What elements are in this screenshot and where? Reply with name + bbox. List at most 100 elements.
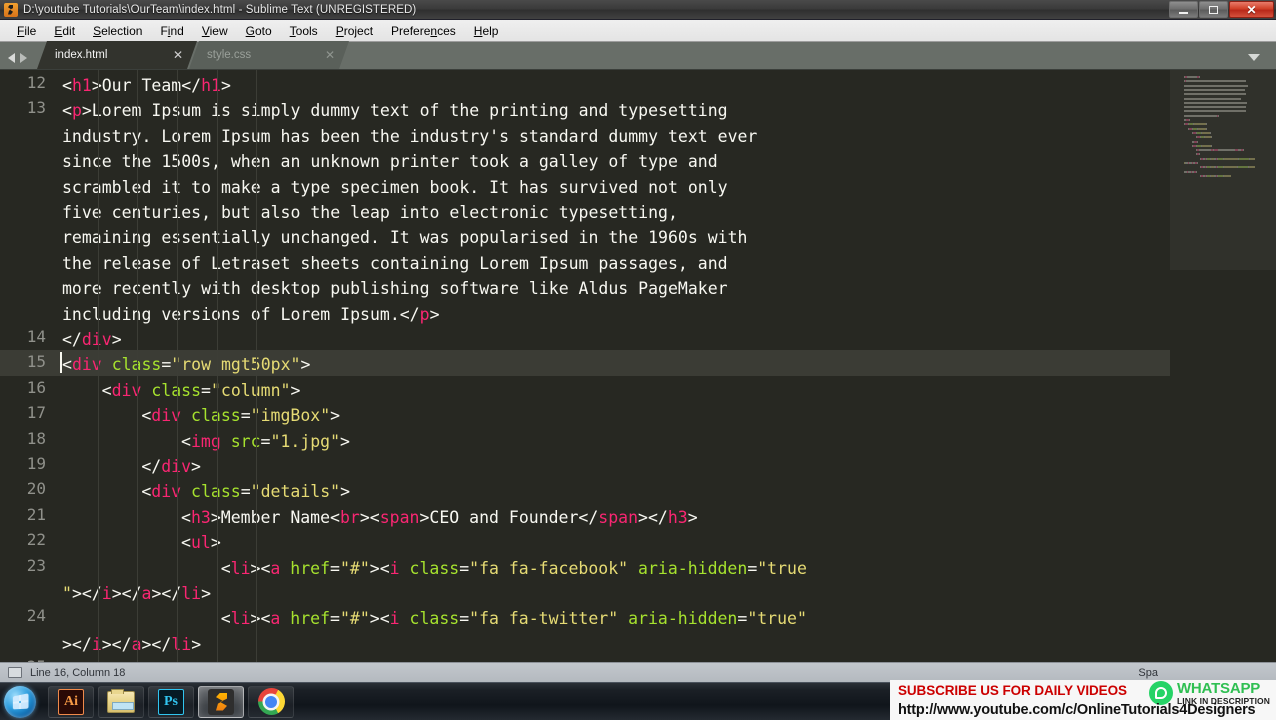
- code-token: >Member Name<: [210, 507, 340, 527]
- title-bar: D:\youtube Tutorials\OurTeam\index.html …: [0, 0, 1276, 20]
- indent-guide: [97, 70, 99, 662]
- arrow-left-icon[interactable]: [8, 53, 15, 63]
- code-token: i: [389, 609, 400, 629]
- code-line[interactable]: more recently with desktop publishing so…: [62, 276, 728, 301]
- menu-item-goto[interactable]: Goto: [237, 22, 281, 40]
- code-line[interactable]: <div class="imgBox">: [141, 403, 340, 428]
- code-token: li: [181, 584, 202, 603]
- code-token: ": [62, 584, 72, 603]
- photoshop-icon: Ps: [158, 688, 184, 715]
- code-line[interactable]: <div class="details">: [141, 479, 350, 504]
- code-token: p: [71, 101, 82, 121]
- minimize-button[interactable]: [1169, 1, 1198, 18]
- code-token: =: [201, 380, 211, 400]
- menu-item-edit[interactable]: Edit: [45, 22, 84, 40]
- folder-icon: [107, 688, 135, 713]
- code-line[interactable]: <h3>Member Name<br><span>CEO and Founder…: [181, 505, 698, 530]
- code-token: p: [419, 304, 430, 324]
- channel-url: http://www.youtube.com/c/OnlineTutorials…: [898, 702, 1256, 718]
- code-line[interactable]: remaining essentially unchanged. It was …: [62, 225, 747, 250]
- code-line[interactable]: ></i></a></li>: [62, 632, 201, 657]
- code-token: a: [141, 584, 152, 603]
- code-token: <: [141, 482, 152, 502]
- menu-item-find[interactable]: Find: [151, 22, 192, 40]
- code-token: >: [191, 634, 202, 654]
- menu-item-tools[interactable]: Tools: [281, 22, 327, 40]
- menu-item-selection[interactable]: Selection: [84, 22, 151, 40]
- code-line[interactable]: including versions of Lorem Ipsum.</p>: [62, 302, 440, 327]
- syntax-indicator[interactable]: Spa: [1138, 667, 1158, 679]
- code-token: scrambled it to make a type specimen boo…: [62, 177, 728, 197]
- tab-index-html[interactable]: index.html ✕: [37, 41, 197, 69]
- code-token: aria-hidden: [638, 558, 748, 578]
- code-line[interactable]: five centuries, but also the leap into e…: [62, 200, 678, 225]
- taskbar-item-file-explorer[interactable]: [98, 685, 144, 718]
- line-number-gutter: 12 13 14 15 16 17 18 19 20 21 22 23 24 25: [0, 70, 46, 662]
- taskbar-item-illustrator[interactable]: Ai: [48, 685, 94, 718]
- code-token: >: [111, 330, 122, 349]
- menu-item-file[interactable]: File: [8, 22, 45, 40]
- code-token: "true: [757, 558, 807, 578]
- code-token: </: [141, 457, 162, 476]
- close-button[interactable]: ✕: [1229, 1, 1274, 18]
- start-button[interactable]: [4, 685, 36, 718]
- code-token: "imgBox": [250, 406, 331, 426]
- code-line[interactable]: <h1>Our Team</h1>: [62, 73, 231, 98]
- code-token: ><: [250, 558, 271, 578]
- code-token: h3: [190, 507, 211, 527]
- tab-nav-arrows[interactable]: [0, 53, 37, 69]
- chevron-down-icon[interactable]: [1248, 54, 1260, 61]
- code-minimap[interactable]: [1170, 70, 1276, 662]
- code-token: >: [191, 457, 201, 476]
- code-token: a: [270, 609, 281, 629]
- code-token: =: [330, 558, 340, 578]
- code-token: "fa fa-facebook": [469, 558, 629, 578]
- minimap-viewport[interactable]: [1170, 70, 1276, 270]
- tab-close-icon[interactable]: ✕: [325, 48, 335, 62]
- tab-style-css[interactable]: style.css ✕: [189, 41, 349, 69]
- maximize-icon: [1209, 5, 1218, 14]
- code-line[interactable]: industry. Lorem Ipsum has been the indus…: [62, 124, 757, 149]
- arrow-right-icon[interactable]: [20, 53, 27, 63]
- tab-label: index.html: [55, 49, 108, 61]
- line-number: 15: [26, 352, 46, 372]
- menu-item-project[interactable]: Project: [327, 22, 382, 40]
- maximize-button[interactable]: [1199, 1, 1228, 18]
- code-line[interactable]: since the 1500s, when an unknown printer…: [62, 149, 718, 174]
- code-token: h1: [71, 76, 92, 95]
- code-line[interactable]: scrambled it to make a type specimen boo…: [62, 175, 728, 200]
- code-line[interactable]: <div class="column">: [102, 378, 301, 403]
- code-line[interactable]: <ul>: [181, 530, 221, 555]
- menu-item-help[interactable]: Help: [465, 22, 508, 40]
- code-token: h1: [201, 76, 221, 95]
- taskbar-item-chrome[interactable]: [248, 685, 294, 718]
- code-editor[interactable]: <h1>Our Team</h1> <p>Lorem Ipsum is simpl…: [0, 70, 1276, 662]
- code-token: <: [141, 406, 152, 426]
- menu-item-view[interactable]: View: [193, 22, 237, 40]
- taskbar-item-photoshop[interactable]: Ps: [148, 685, 194, 718]
- indent-guide: [256, 70, 258, 662]
- code-token: <: [220, 609, 231, 629]
- code-token: class: [409, 558, 460, 578]
- code-line[interactable]: <p>Lorem Ipsum is simply dummy text of t…: [62, 98, 728, 123]
- code-line[interactable]: the release of Letraset sheets containin…: [62, 251, 728, 276]
- minimize-icon: [1179, 11, 1188, 14]
- code-line[interactable]: </div>: [141, 454, 201, 479]
- line-number: 16: [26, 377, 46, 397]
- code-line[interactable]: <li><a href="#"><i class="fa fa-twitter"…: [221, 606, 807, 631]
- code-line[interactable]: </div>: [62, 327, 122, 352]
- line-number: 19: [26, 454, 46, 473]
- menu-item-preferences[interactable]: Preferences: [382, 22, 465, 40]
- taskbar-item-sublime-text[interactable]: [198, 685, 244, 718]
- tab-close-icon[interactable]: ✕: [173, 48, 183, 62]
- code-line[interactable]: <img src="1.jpg">: [181, 429, 350, 454]
- code-line[interactable]: <div class="row mgt50px">: [62, 352, 310, 377]
- code-line[interactable]: <li><a href="#"><i class="fa fa-facebook…: [221, 556, 807, 581]
- line-number: 20: [26, 479, 46, 499]
- code-surface[interactable]: <h1>Our Team</h1> <p>Lorem Ipsum is simpl…: [0, 70, 1170, 662]
- code-token: industry. Lorem Ipsum has been the indus…: [62, 126, 758, 146]
- code-token: "row mgt50px": [171, 355, 301, 375]
